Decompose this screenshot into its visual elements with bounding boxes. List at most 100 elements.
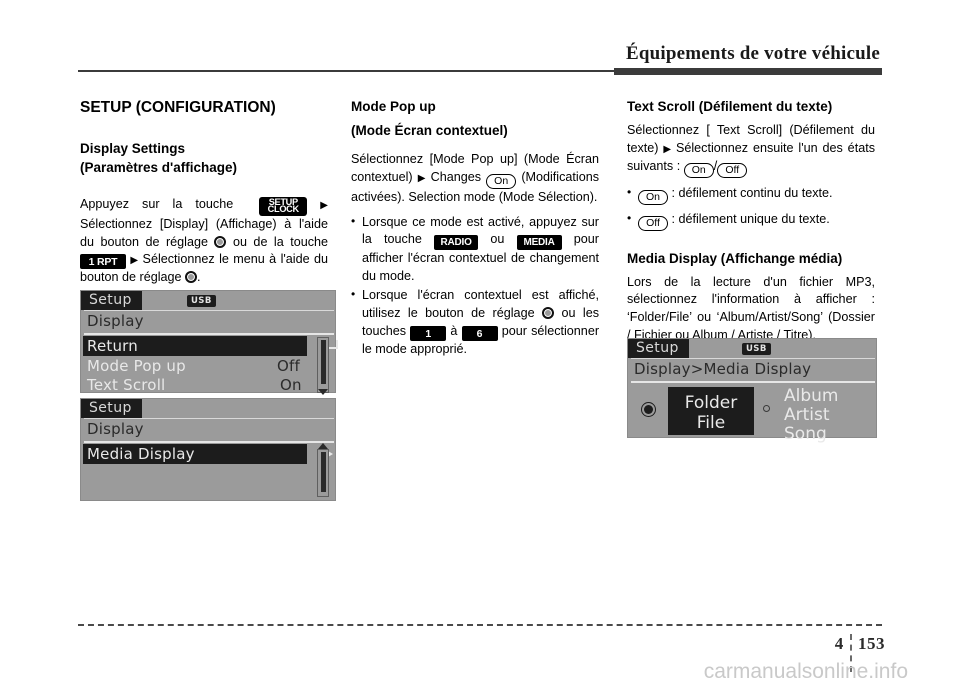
instr-text-1: Appuyez sur la touche	[80, 197, 234, 212]
paragraph-media-display: Lors de la lecture d'un fichier MP3, sél…	[627, 274, 875, 343]
lcd2-breadcrumb: Display	[87, 420, 144, 438]
jog-dial-icon-1	[214, 235, 227, 248]
column-right: Text Scroll (Défilement du texte) Sélect…	[627, 98, 877, 444]
bullet2-text-3: à	[450, 323, 458, 338]
subsection-title-display-settings-fr: (Paramètres d'affichage)	[80, 160, 238, 176]
lcd1-row-text-scroll-label: Text Scroll	[87, 376, 166, 394]
jog-dial-icon-2	[185, 271, 198, 284]
instr-text-3: ou de la touche	[232, 234, 329, 249]
page-title: Équipements de votre véhicule	[625, 43, 880, 64]
lcd2-row-media-display-label: Media Display	[87, 445, 195, 463]
media-option-file-label: File	[696, 413, 726, 433]
paragraph-setup-instructions: Appuyez sur la touche SETUP CLOCK ▶ Sélec…	[80, 196, 328, 287]
bullet-item-off: Off : défilement unique du texte.	[627, 210, 875, 231]
lcd-screenshot-media-display-entry: Setup Display Media Display	[80, 398, 336, 501]
bullet-off-text: : défilement unique du texte.	[671, 211, 830, 226]
lcd1-row-mode-popup-label: Mode Pop up	[87, 357, 186, 375]
page-header: Équipements de votre véhicule	[0, 0, 960, 80]
usb-badge-icon-1: USB	[187, 295, 216, 307]
paragraph-mode-popup: Sélectionnez [Mode Pop up] (Mode Écran c…	[351, 151, 599, 207]
header-rule-thin	[78, 70, 882, 72]
lcd1-titlebar: Setup USB	[81, 291, 335, 311]
media-option-song-label: Song	[784, 424, 827, 444]
lcd2-tab-setup: Setup	[81, 399, 142, 418]
arrow-right-icon-4: ▶	[663, 143, 672, 155]
lcd1-scroll-down-caret-icon	[318, 389, 328, 395]
lcd1-row-text-scroll-value: On	[280, 376, 302, 394]
pill-on-badge-2: On	[683, 162, 714, 178]
instr-text-5: .	[197, 270, 201, 285]
key-1-rpt-icon: 1 RPT	[80, 254, 126, 270]
media-option-folder-file[interactable]: Folder File	[668, 387, 754, 435]
text-scroll-bullet-list: On : défilement continu du texte. Off : …	[627, 184, 875, 231]
lcd2-title-underline	[84, 418, 334, 419]
page-number-value: 153	[858, 634, 885, 653]
bullet1-text-1: Lorsque ce mode est activé, appuyez sur …	[362, 214, 599, 247]
jog-dial-icon-3	[542, 307, 555, 320]
lcd3-titlebar: Setup USB	[628, 339, 876, 359]
column-left: SETUP (CONFIGURATION) Display Settings (…	[80, 98, 338, 501]
subsection-title-display-settings-en: Display Settings	[80, 141, 186, 157]
pill-on-badge-1: On	[486, 173, 517, 189]
lcd-screenshot-media-display: Setup USB Display>Media Display Folder F…	[627, 338, 877, 444]
heading-text-scroll: Text Scroll (Défilement du texte)	[627, 99, 833, 114]
lcd1-row-mode-popup[interactable]: Mode Pop up Off	[81, 357, 337, 378]
content-area: SETUP (CONFIGURATION) Display Settings (…	[0, 98, 960, 598]
heading-media-display: Media Display (Affichange média)	[627, 250, 843, 266]
page-number: 4 153	[835, 634, 885, 654]
lcd2-scrollbar-thumb[interactable]	[321, 452, 326, 492]
lcd1-row-return[interactable]: Return	[81, 336, 338, 357]
media-option-album-label: Album	[784, 386, 839, 406]
lcd3-breadcrumb-underline	[631, 381, 875, 383]
media-key-icon: MEDIA	[516, 235, 562, 251]
popup-text-2: Changes	[430, 169, 482, 184]
radio-unselected-icon[interactable]	[763, 405, 770, 412]
arrow-right-icon-1: ▶	[320, 200, 328, 212]
lcd2-scroll-up-caret-icon	[318, 443, 328, 449]
radio-selected-icon[interactable]	[644, 405, 653, 414]
bullet-item-2: Lorsque l'écran contextuel est affiché, …	[351, 286, 599, 359]
key-1-icon: 1	[410, 325, 447, 341]
lcd1-breadcrumb-underline	[84, 333, 334, 335]
lcd3-tab-setup: Setup	[628, 339, 689, 358]
footer-dashed-rule	[78, 624, 882, 626]
media-option-folder-label: Folder	[684, 393, 738, 413]
arrow-right-icon-3: ▶	[417, 172, 426, 184]
paragraph-text-scroll: Sélectionnez [ Text Scroll] (Défilement …	[627, 122, 875, 178]
page-footer: 4 153 carmanualsonline.info	[0, 598, 960, 689]
lcd1-breadcrumb: Display	[87, 312, 144, 330]
clock-key-label: CLOCK	[267, 204, 299, 215]
bullet-item-on: On : défilement continu du texte.	[627, 184, 875, 205]
usb-badge-icon-2: USB	[742, 343, 771, 355]
bullet-on-text: : défilement continu du texte.	[671, 185, 833, 200]
section-title-setup: SETUP (CONFIGURATION)	[80, 99, 276, 116]
key-6-icon: 6	[461, 325, 498, 341]
media-option-artist-label: Artist	[784, 405, 830, 425]
lcd2-titlebar: Setup	[81, 399, 335, 419]
heading-mode-popup-en: Mode Pop up	[351, 99, 436, 114]
mode-popup-bullet-list: Lorsque ce mode est activé, appuyez sur …	[351, 213, 599, 359]
radio-key-icon: RADIO	[434, 235, 479, 251]
lcd2-row-media-display[interactable]: Media Display	[81, 444, 337, 465]
lcd1-row-mode-popup-value: Off	[277, 357, 300, 375]
chapter-number: 4	[834, 634, 844, 653]
column-middle: Mode Pop up (Mode Écran contextuel) Séle…	[351, 98, 599, 360]
pill-off-badge-2: Off	[638, 215, 668, 231]
lcd2-breadcrumb-underline	[84, 441, 334, 443]
lcd1-row-text-scroll[interactable]: Text Scroll On	[81, 376, 337, 397]
heading-mode-popup-fr: (Mode Écran contextuel)	[351, 122, 508, 138]
arrow-right-icon-2: ▶	[130, 255, 139, 267]
lcd1-scrollbar-thumb[interactable]	[321, 340, 326, 384]
pill-on-badge-3: On	[638, 189, 669, 205]
bullet-item-1: Lorsque ce mode est activé, appuyez sur …	[351, 213, 599, 287]
lcd1-title-underline	[84, 310, 334, 311]
lcd3-breadcrumb: Display>Media Display	[634, 360, 812, 378]
lcd1-row-return-label: Return	[87, 337, 138, 355]
lcd1-tab-setup: Setup	[81, 291, 142, 310]
media-option-album-artist-song[interactable]: Album Artist Song	[784, 387, 876, 444]
watermark-text: carmanualsonline.info	[703, 660, 908, 683]
lcd3-title-underline	[631, 358, 875, 359]
lcd-screenshot-setup-display: Setup USB Display Return Mode Pop up Off	[80, 290, 338, 395]
lcd1-scrollbar[interactable]	[317, 337, 329, 393]
lcd2-scrollbar[interactable]	[317, 449, 329, 497]
